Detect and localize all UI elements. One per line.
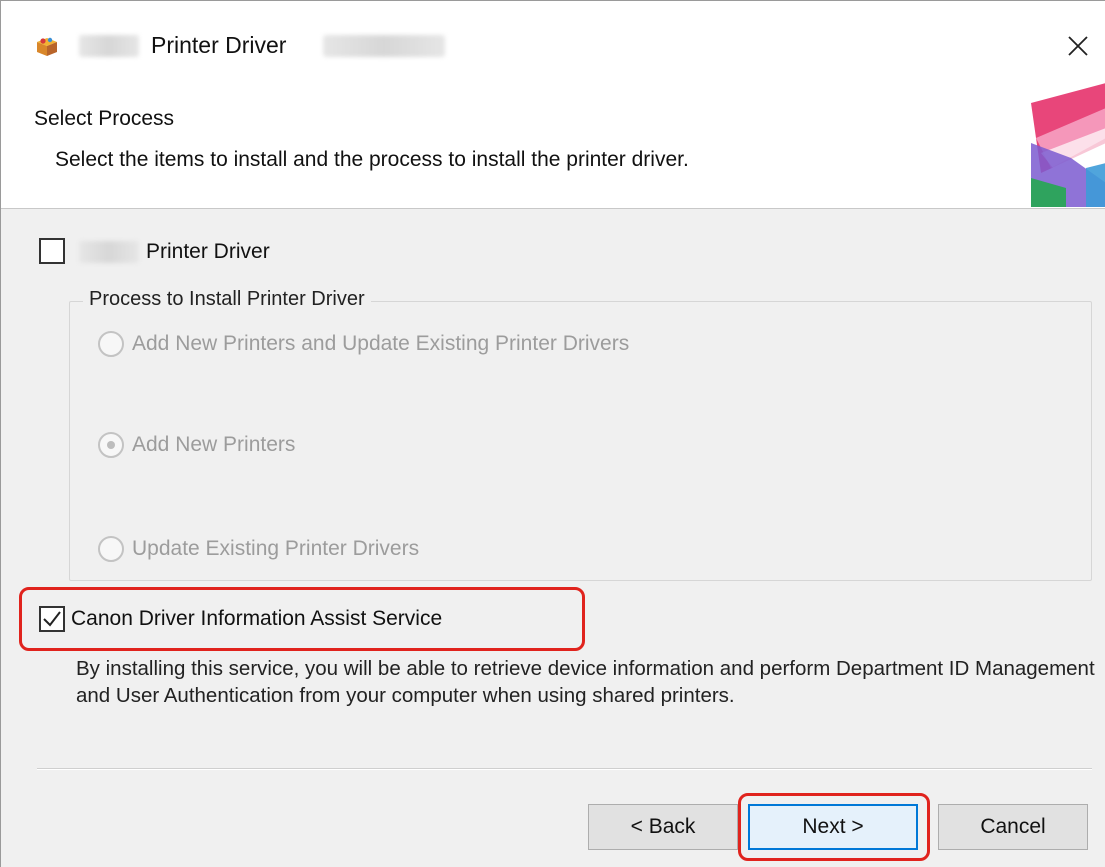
decorative-ribbon-graphic [1031, 83, 1105, 207]
checkmark-icon [43, 611, 61, 627]
title-bar: Printer Driver [1, 1, 1105, 83]
radio-label: Update Existing Printer Drivers [132, 537, 420, 560]
next-button[interactable]: Next > [748, 804, 918, 850]
close-icon [1068, 36, 1088, 56]
radio-update-existing[interactable]: Update Existing Printer Drivers [98, 536, 419, 562]
assist-service-checkbox[interactable] [39, 606, 65, 632]
install-process-group-title: Process to Install Printer Driver [83, 288, 371, 311]
installer-box-icon [37, 37, 57, 56]
page-header: Select Process Select the items to insta… [1, 83, 1105, 209]
page-title: Select Process [34, 107, 175, 130]
printer-driver-label: Printer Driver [146, 240, 270, 263]
radio-button[interactable] [98, 432, 124, 458]
radio-add-and-update[interactable]: Add New Printers and Update Existing Pri… [98, 331, 629, 357]
cancel-button[interactable]: Cancel [938, 804, 1088, 850]
radio-add-new-printers[interactable]: Add New Printers [98, 432, 295, 458]
assist-service-label: Canon Driver Information Assist Service [71, 607, 443, 630]
radio-label: Add New Printers [132, 433, 296, 456]
footer-divider [37, 768, 1092, 770]
radio-button[interactable] [98, 536, 124, 562]
radio-label: Add New Printers and Update Existing Pri… [132, 332, 630, 355]
back-button[interactable]: < Back [588, 804, 738, 850]
installer-window: Printer Driver Select Process Select the… [0, 0, 1105, 867]
close-button[interactable] [1053, 21, 1103, 71]
assist-service-description: By installing this service, you will be … [76, 657, 1095, 707]
printer-driver-checkbox[interactable] [39, 238, 65, 264]
redacted-product-name [79, 35, 139, 57]
redacted-product-name [79, 241, 139, 263]
redacted-model-name [323, 35, 445, 57]
window-title: Printer Driver [151, 32, 287, 58]
page-description: Select the items to install and the proc… [55, 148, 689, 171]
radio-button[interactable] [98, 331, 124, 357]
